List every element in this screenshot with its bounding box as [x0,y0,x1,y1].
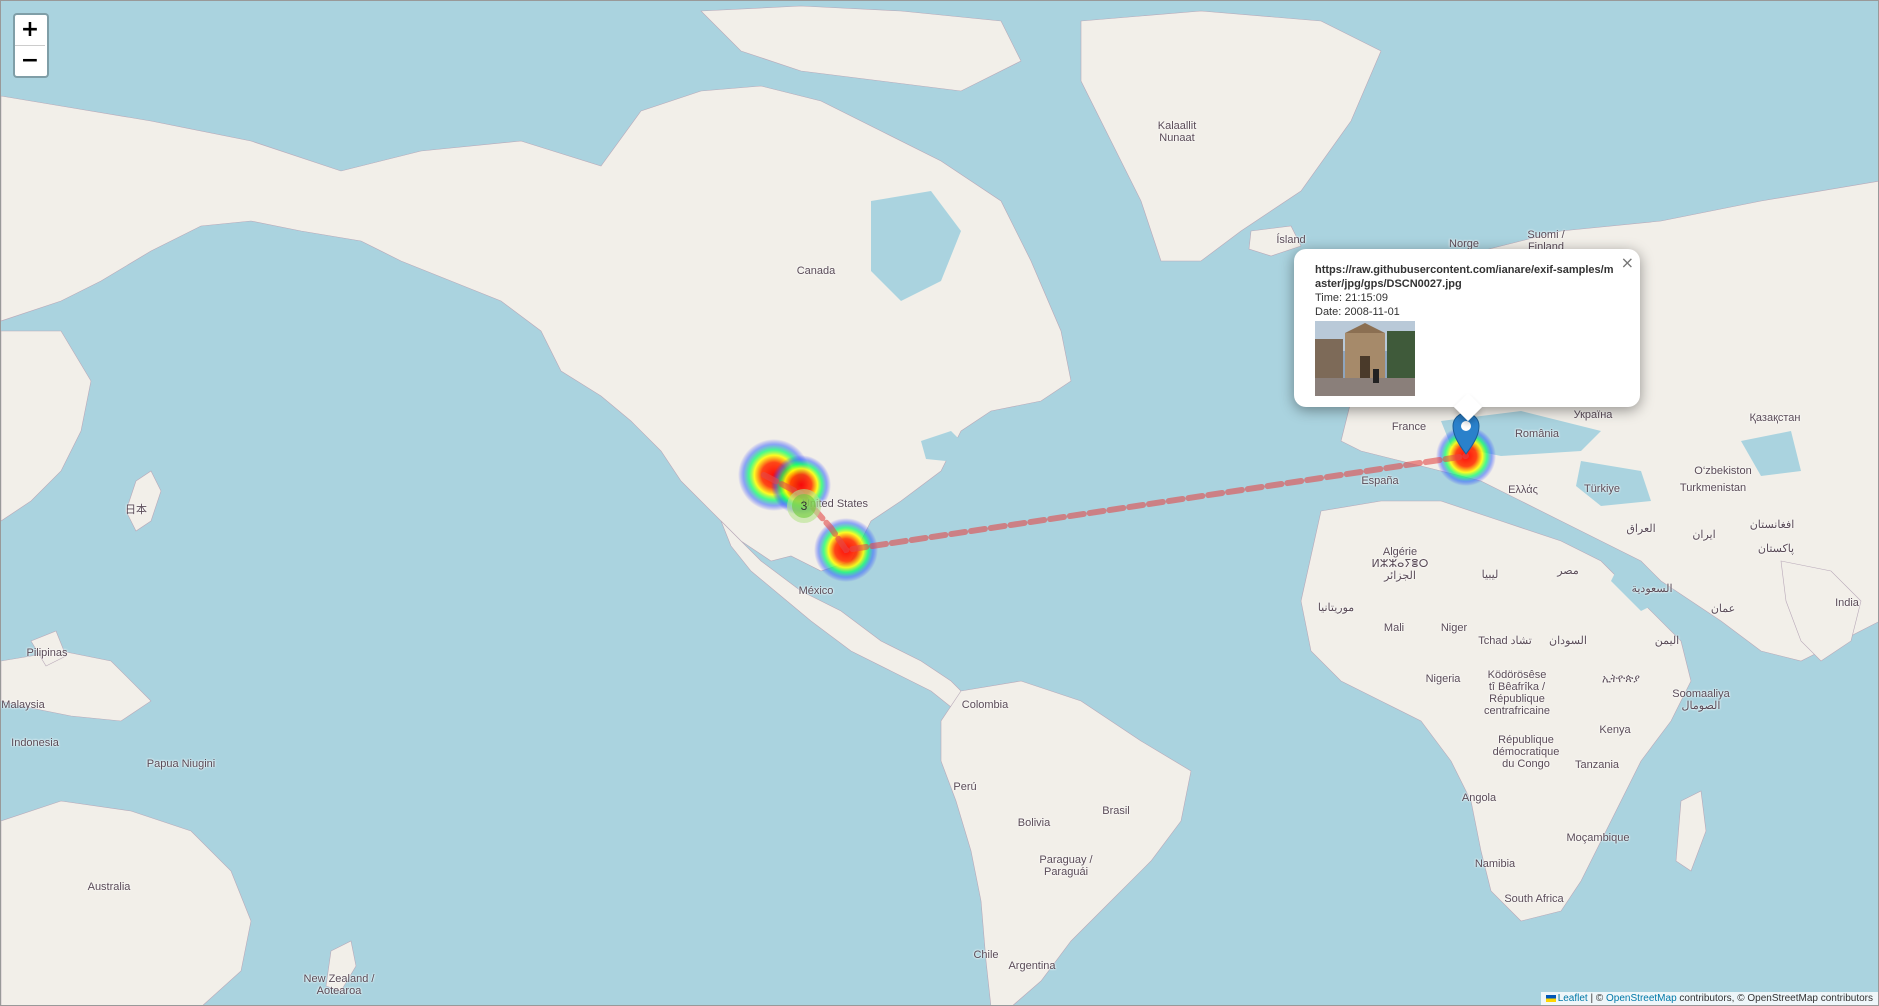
flag-icon [1545,994,1556,1002]
label-southafrica: South Africa [1504,893,1564,905]
label-saudi: السعودية [1631,583,1673,595]
label-france: France [1391,421,1427,433]
label-namibia: Namibia [1474,858,1516,870]
label-uzbekistan: O‘zbekiston [1694,465,1752,477]
label-drc: République démocratique du Congo [1492,734,1560,770]
label-iran: ایران [1692,529,1716,541]
label-pilipinas: Pilipinas [26,647,68,659]
label-sudan: السودان [1549,635,1587,647]
label-somalia: Soomaaliya الصومال [1672,688,1730,712]
label-argentina: Argentina [1008,960,1056,972]
label-afghanistan: افغانستان [1749,519,1795,531]
label-paraguay: Paraguay / Paraguái [1039,854,1093,878]
label-iceland: Ísland [1276,234,1306,246]
zoom-in-button[interactable]: + [15,15,45,46]
label-mozambique: Moçambique [1566,832,1630,844]
label-brasil: Brasil [1102,805,1130,817]
osm-link[interactable]: OpenStreetMap [1606,993,1677,1004]
zoom-out-button[interactable]: − [15,46,45,76]
label-oman: عمان [1710,603,1736,615]
map-container[interactable]: Kalaallit Nunaat Canada Ísland Norge Suo… [0,0,1879,1006]
label-nigeria: Nigeria [1425,673,1461,685]
label-png: Papua Niugini [146,758,216,770]
label-malaysia: Malaysia [1,699,45,711]
label-greenland: Kalaallit Nunaat [1157,120,1197,144]
label-turkiye: Türkiye [1583,483,1621,495]
label-kenya: Kenya [1599,724,1631,736]
label-greece: Ελλάς [1508,484,1538,496]
label-japan: 日本 [125,504,147,516]
label-bolivia: Bolivia [1017,817,1051,829]
attribution-sep: | © [1587,993,1607,1004]
cluster-count: 3 [792,494,816,518]
popup-image-url: https://raw.githubusercontent.com/ianare… [1315,264,1614,290]
popup-time: Time: 21:15:09 [1315,292,1388,304]
leaflet-link[interactable]: Leaflet [1558,993,1588,1004]
label-kazakhstan: Қазақстан [1749,412,1801,424]
label-ethiopia: ኢትዮጵያ [1602,673,1640,685]
label-australia: Australia [87,881,131,893]
label-algeria: Algérie ⵍⵣⵣⴰⵢⴻⵔ الجزائر [1371,546,1429,582]
label-iraq: العراق [1626,523,1656,535]
zoom-control: + − [13,13,49,78]
label-india: India [1835,597,1859,609]
label-turkmenistan: Turkmenistan [1679,482,1747,494]
map-attribution: Leaflet | © OpenStreetMap contributors, … [1540,992,1878,1005]
label-egypt: مصر [1557,565,1579,577]
label-mali: Mali [1383,622,1405,634]
label-colombia: Colombia [961,699,1009,711]
popup-date: Date: 2008-11-01 [1315,306,1400,318]
label-ukraine: Україна [1573,409,1613,421]
label-car: Ködörösêse tî Bêafrîka / République cent… [1483,669,1551,717]
popup-photo-thumbnail [1315,321,1415,396]
label-indonesia: Indonesia [11,737,59,749]
label-pakistan: پاکستان [1757,543,1795,555]
label-nz: New Zealand / Aotearoa [303,973,375,997]
label-libya: ليبيا [1481,569,1499,581]
label-canada: Canada [796,265,836,277]
label-espana: España [1361,475,1399,487]
label-mauritania: موريتانيا [1317,602,1355,614]
popup-close-button[interactable]: × [1621,253,1634,272]
basemap [1,1,1878,1005]
label-yemen: اليمن [1654,635,1680,647]
label-angola: Angola [1461,792,1497,804]
label-chile: Chile [973,949,999,961]
popup-content: https://raw.githubusercontent.com/ianare… [1315,263,1615,396]
label-romania: România [1514,428,1560,440]
label-peru: Perú [953,781,977,793]
label-mexico: México [798,585,834,597]
marker-cluster[interactable]: 3 [787,489,821,523]
label-niger: Niger [1440,622,1468,634]
attribution-rest: contributors, © OpenStreetMap contributo… [1676,993,1873,1004]
label-chad: Tchad تشاد [1478,635,1532,647]
marker-popup: × https://raw.githubusercontent.com/iana… [1294,249,1640,422]
label-tanzania: Tanzania [1574,759,1620,771]
